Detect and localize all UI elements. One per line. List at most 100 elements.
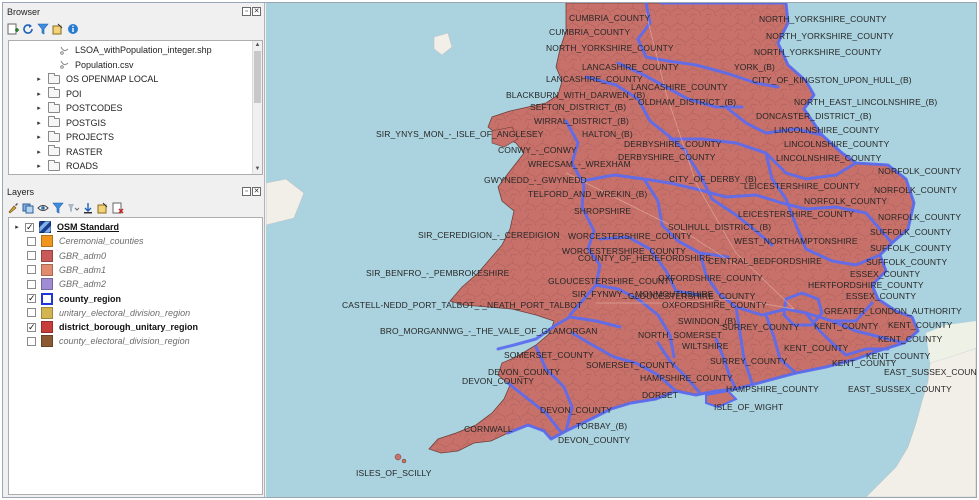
xyz-tile-icon: [39, 221, 51, 233]
map-feature-label: ISLE_OF_WIGHT: [714, 402, 784, 412]
close-dock-button[interactable]: ✕: [252, 7, 261, 16]
polygon-fill-symbol: [41, 278, 53, 291]
float-dock-button[interactable]: ▫: [242, 7, 251, 16]
map-feature-label: DORSET: [642, 390, 679, 400]
layer-row[interactable]: ✓ county_region: [27, 292, 121, 306]
browser-item-label: POSTCODES: [66, 103, 123, 113]
map-feature-label: SURREY_COUNTY: [722, 322, 800, 332]
browser-file-item[interactable]: LSOA_withPopulation_integer.shp: [59, 43, 212, 57]
collapse-all-icon[interactable]: [52, 23, 64, 35]
browser-item-label: OS OPENMAP LOCAL: [66, 74, 159, 84]
polygon-fill-symbol: [41, 321, 53, 334]
eye-icon[interactable]: [37, 202, 49, 214]
map-feature-label: KENT_COUNTY: [888, 320, 953, 330]
expand-arrow-icon[interactable]: ▸: [35, 90, 43, 98]
map-feature-label: LINCOLNSHIRE_COUNTY: [776, 153, 882, 163]
layer-row[interactable]: GBR_adm2: [27, 277, 106, 291]
browser-folder-item[interactable]: ▸ RASTER: [35, 145, 103, 159]
expand-arrow-icon[interactable]: ▸: [35, 75, 43, 83]
map-feature-label: KENT_COUNTY: [878, 334, 943, 344]
left-dock-area: Browser ▫ ✕ ▲ ▼ LSOA_withPopulation_integ…: [3, 3, 265, 497]
expand-arrow-icon[interactable]: ▸: [35, 162, 43, 170]
map-feature-label: GWYNEDD_-_GWYNEDD: [484, 175, 587, 185]
layer-visibility-checkbox[interactable]: ✓: [27, 322, 36, 332]
layers-dock-controls: ▫ ✕: [242, 187, 261, 196]
map-feature-label: DERBYSHIRE_COUNTY: [618, 152, 716, 162]
layer-row[interactable]: county_electoral_division_region: [27, 334, 190, 348]
filter-icon[interactable]: [37, 23, 49, 35]
layer-visibility-checkbox[interactable]: [27, 279, 36, 289]
browser-folder-item[interactable]: ▸ ROADS: [35, 159, 98, 173]
map-feature-label: SIR_CEREDIGION_-_CEREDIGION: [418, 230, 560, 240]
folder-icon: [48, 145, 60, 156]
map-feature-label: WILTSHIRE: [682, 341, 729, 351]
map-feature-label: LANCASHIRE_COUNTY: [582, 62, 679, 72]
layers-tree: ▸ ✓ OSM Standard Ceremonial_counties GBR_adm…: [8, 217, 263, 495]
map-feature-label: DEVON_COUNTY: [540, 405, 613, 415]
info-icon[interactable]: [67, 23, 79, 35]
browser-file-item[interactable]: Population.csv: [59, 58, 134, 72]
layer-visibility-checkbox[interactable]: ✓: [25, 222, 34, 232]
layer-visibility-checkbox[interactable]: ✓: [27, 294, 36, 303]
filter-dropdown-icon[interactable]: [67, 202, 79, 214]
folder-icon: [48, 116, 60, 127]
map-feature-label: NORTH_YORKSHIRE_COUNTY: [754, 47, 882, 57]
remove-layer-icon[interactable]: [112, 202, 124, 214]
map-feature-label: CORNWALL: [464, 424, 513, 434]
map-feature-label: OXFORDSHIRE_COUNTY: [662, 300, 767, 310]
refresh-icon[interactable]: [22, 23, 34, 35]
map-feature-label: EAST_SUSSEX_COUNTY: [884, 367, 976, 377]
layer-visibility-checkbox[interactable]: [27, 265, 36, 275]
map-feature-label: NORTH_SOMERSET: [638, 330, 722, 340]
layer-row[interactable]: ▸ ✓ OSM Standard: [13, 220, 119, 234]
map-feature-label: NORFOLK_COUNTY: [878, 166, 962, 176]
layer-row[interactable]: Ceremonial_counties: [27, 234, 144, 248]
add-layer-icon[interactable]: [7, 23, 19, 35]
map-feature-label: ESSEX_COUNTY: [846, 291, 917, 301]
browser-folder-item[interactable]: ▸ PROJECTS: [35, 130, 114, 144]
polygon-fill-symbol: [41, 335, 53, 348]
expand-arrow-icon[interactable]: ▸: [35, 133, 43, 141]
map-feature-label: NORFOLK_COUNTY: [878, 212, 962, 222]
map-canvas[interactable]: CUMBRIA_COUNTY CUMBRIA_COUNTY NORTH_YORKSH…: [266, 3, 976, 497]
close-dock-button[interactable]: ✕: [252, 187, 261, 196]
map-feature-label: NORTH_EAST_LINCOLNSHIRE_(B): [794, 97, 938, 107]
browser-folder-item[interactable]: ▸ POI: [35, 87, 82, 101]
layer-visibility-checkbox[interactable]: [27, 236, 36, 246]
browser-item-label: POI: [66, 88, 82, 99]
browser-folder-item[interactable]: ▸ OS OPENMAP LOCAL: [35, 72, 158, 86]
collapse-all-icon[interactable]: [97, 202, 109, 214]
browser-scrollbar[interactable]: ▲ ▼: [252, 41, 262, 174]
layer-name: OSM Standard: [57, 222, 120, 232]
layer-visibility-checkbox[interactable]: [27, 336, 36, 346]
layer-row[interactable]: unitary_electoral_division_region: [27, 306, 190, 320]
layer-name: district_borough_unitary_region: [59, 322, 199, 333]
expand-arrow-icon[interactable]: ▸: [35, 119, 43, 127]
layer-visibility-checkbox[interactable]: [27, 251, 36, 261]
map-feature-label: DEVON_COUNTY: [462, 376, 535, 386]
map-feature-label: ISLES_OF_SCILLY: [356, 468, 432, 478]
map-feature-label: CASTELL-NEDD_PORT_TALBOT_-_NEATH_PORT_TA…: [342, 300, 583, 310]
map-feature-label: NORTH_YORKSHIRE_COUNTY: [546, 43, 674, 53]
expand-arrow-icon[interactable]: ▸: [35, 104, 43, 112]
expand-all-icon[interactable]: [82, 202, 94, 214]
polygon-fill-symbol: [41, 235, 53, 248]
float-dock-button[interactable]: ▫: [242, 187, 251, 196]
layer-row[interactable]: GBR_adm1: [27, 263, 106, 277]
add-group-icon[interactable]: [22, 202, 34, 214]
layer-row[interactable]: GBR_adm0: [27, 249, 106, 263]
layer-visibility-checkbox[interactable]: [27, 308, 36, 318]
map-feature-label: BLACKBURN_WITH_DARWEN_(B): [506, 90, 646, 100]
map-feature-label: TORBAY_(B): [576, 421, 628, 431]
style-brush-icon[interactable]: [7, 202, 19, 214]
filter-legend-icon[interactable]: [52, 202, 64, 214]
map-feature-label: NORTH_YORKSHIRE_COUNTY: [766, 31, 894, 41]
expand-arrow-icon[interactable]: ▸: [13, 223, 21, 231]
expand-arrow-icon[interactable]: ▸: [35, 148, 43, 156]
map-feature-label: KENT_COUNTY: [814, 321, 879, 331]
map-feature-label: SIR_BENFRO_-_PEMBROKESHIRE: [366, 268, 510, 278]
browser-folder-item[interactable]: ▸ POSTGIS: [35, 116, 106, 130]
browser-folder-item[interactable]: ▸ POSTCODES: [35, 101, 123, 115]
layer-row[interactable]: ✓ district_borough_unitary_region: [27, 320, 198, 334]
map-feature-label: SHROPSHIRE: [574, 206, 632, 216]
